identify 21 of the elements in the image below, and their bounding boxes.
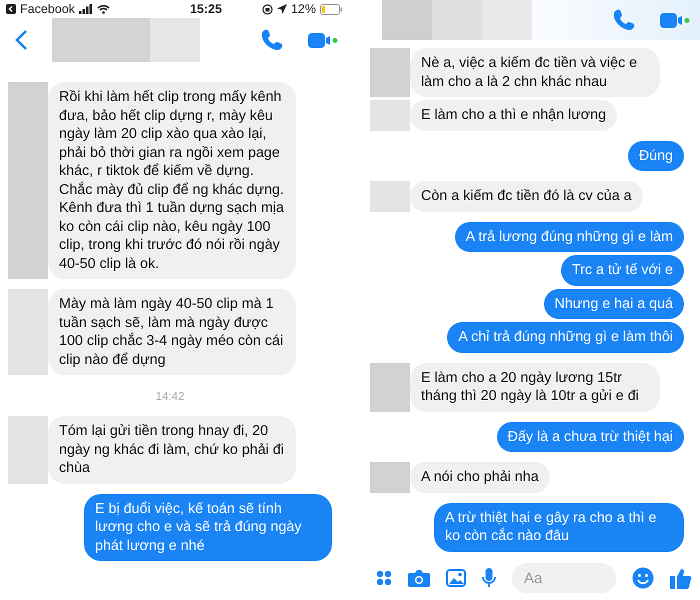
message-bubble: E làm cho a 20 ngày lương 15tr tháng thì 20 ngày là 10tr a gửi e đi bbox=[410, 362, 660, 412]
message-bubble: Nhưng e hại a quá bbox=[544, 288, 684, 319]
message-bubble: Nè a, việc a kiếm đc tiền và việc e làm cho a là 2 chn khác nhau bbox=[410, 48, 660, 97]
status-app-name: Facebook bbox=[20, 0, 75, 18]
message-input[interactable]: Aa bbox=[512, 563, 616, 593]
message-bubble: Tóm lại gửi tiền trong hnay đi, 20 ngày ng khác đi làm, chứ ko phải đi chùa bbox=[48, 416, 296, 484]
message-bubble: E bị đuổi việc, kế toán sẽ tính lương cho e và sẽ trả đúng ngày phát lương e nhé bbox=[84, 494, 332, 562]
status-time: 15:25 bbox=[188, 0, 222, 18]
message-bubble: Đấy là a chưa trừ thiệt hại bbox=[496, 422, 684, 452]
message-bubble: A chỉ trả đúng những gì e làm thôi bbox=[447, 322, 684, 352]
message-bubble: Trc a tử tế với e bbox=[560, 255, 684, 286]
message-bubble: A nói cho phải nha bbox=[410, 462, 550, 492]
timestamp: 14:42 bbox=[154, 390, 186, 405]
message-bubble: A trả lương đúng những gì e làm bbox=[454, 222, 684, 252]
message-bubble: Đúng bbox=[628, 140, 684, 171]
message-bubble: Mày mà làm ngày 40-50 clip mà 1 tuần sạch sẽ, làm mà ngày được 100 clip chắc 3-4 ngày méo còn cái clip nào để dựng bbox=[48, 289, 296, 375]
battery-percent: 12% bbox=[290, 0, 316, 18]
message-bubble: A trừ thiệt hại e gây ra cho a thì e ko còn cắc nào đâu bbox=[434, 502, 684, 552]
message-bubble: Còn a kiếm đc tiền đó là cv của a bbox=[410, 181, 643, 212]
message-bubble: Rồi khi làm hết clip trong mấy kênh đưa, bảo hết clip dựng r, mày kêu ngày làm 20 clip xào qua xào lại, phải bỏ thời gian ra ngồi xem page khác, r tiktok để kiếm về dựng. Chắc mày đủ clip để ng khác dựng. Kênh đưa thì 1 tuần dựng sạch mịa ko còn cái clip nào, kêu ngày 100 clip, trong khi trước đó nói rồi ngày 40-50 clip là ok. bbox=[48, 82, 296, 279]
message-bubble: E làm cho a thì e nhận lương bbox=[410, 100, 618, 130]
